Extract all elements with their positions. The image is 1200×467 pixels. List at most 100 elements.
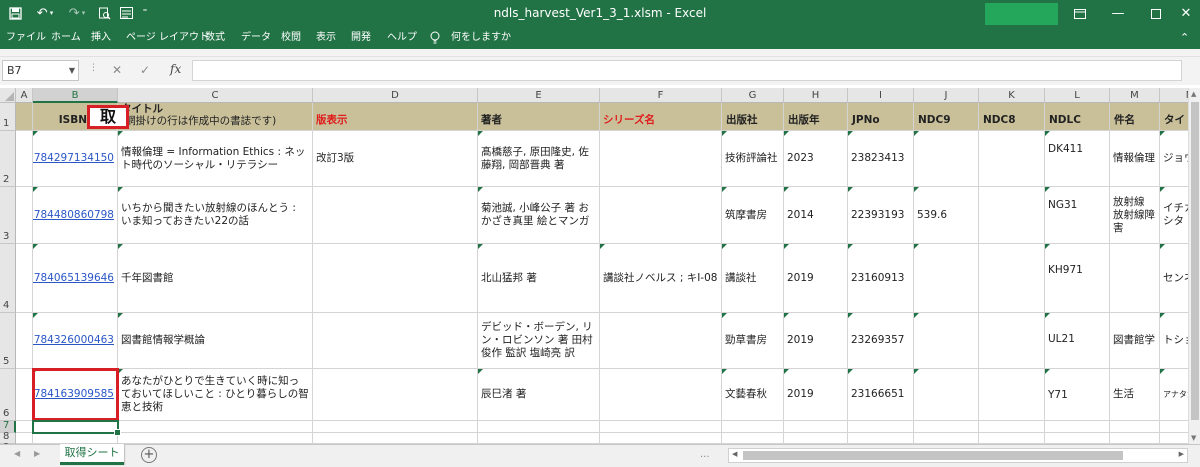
column-header-c[interactable]: C (118, 88, 313, 103)
cell-author[interactable]: デビッド・ボーデン, リン・ロビンソン 著 田村俊作 監訳 塩崎亮 訳 (478, 313, 600, 369)
cell-year[interactable]: 2014 (784, 187, 848, 244)
tab-view[interactable]: 表示 (316, 27, 336, 49)
cell[interactable] (1110, 433, 1160, 444)
cell[interactable] (1045, 433, 1110, 444)
cell[interactable] (979, 421, 1045, 433)
cell-series[interactable] (600, 313, 722, 369)
ribbon-display-icon[interactable] (1060, 0, 1100, 27)
name-box[interactable]: B7 ▼ (2, 60, 79, 81)
cell[interactable] (478, 421, 600, 433)
cell[interactable] (313, 421, 478, 433)
column-header-e[interactable]: E (478, 88, 600, 103)
cell-ndc9[interactable] (914, 244, 979, 313)
add-sheet-button[interactable]: + (141, 447, 157, 463)
isbn-link[interactable]: 9784326000463 (33, 313, 118, 369)
vertical-scrollbar[interactable]: ▲ ▼ (1188, 88, 1200, 444)
column-header-a[interactable]: A (16, 88, 33, 103)
cell-subject[interactable]: 情報倫理 (1110, 131, 1160, 187)
scroll-thumb[interactable] (743, 451, 1123, 460)
header-jpno[interactable]: JPNo (848, 103, 914, 131)
column-header-f[interactable]: F (600, 88, 722, 103)
column-header-b[interactable]: B (33, 88, 118, 103)
cell-publisher[interactable]: 文藝春秋 (722, 369, 784, 421)
scroll-up-icon[interactable]: ▲ (1191, 90, 1196, 98)
cell-ndlc[interactable]: UL21 (1045, 313, 1110, 369)
header-ndc8[interactable]: NDC8 (979, 103, 1045, 131)
cell[interactable] (600, 421, 722, 433)
tab-formulas[interactable]: 数式 (205, 27, 225, 49)
active-cell-selection[interactable] (32, 420, 121, 436)
insert-function-icon[interactable]: fx (170, 62, 181, 76)
isbn-link[interactable]: 9784480860798 (33, 187, 118, 244)
cell[interactable] (313, 433, 478, 444)
cell[interactable] (722, 421, 784, 433)
column-header-h[interactable]: H (784, 88, 848, 103)
scroll-thumb[interactable] (1191, 102, 1199, 420)
lightbulb-icon[interactable] (430, 27, 440, 49)
cell-ndc8[interactable] (979, 187, 1045, 244)
cell[interactable] (33, 433, 118, 444)
cell-year[interactable]: 2019 (784, 369, 848, 421)
header-ndc9[interactable]: NDC9 (914, 103, 979, 131)
cell-edition[interactable] (313, 244, 478, 313)
cell[interactable] (1160, 421, 1188, 433)
cell-author[interactable]: 菊池誠, 小峰公子 著 おかざき真里 絵とマンガ (478, 187, 600, 244)
maximize-icon[interactable] (1136, 0, 1176, 27)
close-icon[interactable]: ✕ (1172, 0, 1200, 27)
cell-subject[interactable]: 放射線 放射線障害 (1110, 187, 1160, 244)
row-header-6[interactable]: 6 (0, 369, 16, 421)
redo-icon[interactable]: ↷ ▾ (62, 4, 92, 22)
cell-ndc9[interactable] (914, 313, 979, 369)
next-sheet-icon[interactable]: ▶ (34, 449, 40, 458)
worksheet-grid[interactable]: ABCDEFGHIJKLMN12345678910ISBNタイトル(網掛けの行は… (0, 88, 1188, 444)
scroll-left-icon[interactable]: ◀ (732, 450, 737, 458)
isbn-link[interactable]: 9784297134150 (33, 131, 118, 187)
cell-title-yomi[interactable]: ジョウ (1160, 131, 1188, 187)
row-header-4[interactable]: 4 (0, 244, 16, 313)
cell[interactable] (16, 433, 33, 444)
cell-ndc9[interactable] (914, 369, 979, 421)
cell[interactable] (16, 244, 33, 313)
tab-review[interactable]: 校閲 (281, 27, 301, 49)
customize-icon[interactable]: ⁼ (138, 4, 152, 22)
cell[interactable] (16, 131, 33, 187)
cell-author[interactable]: 髙橋慈子, 原田隆史, 佐藤翔, 岡部晋典 著 (478, 131, 600, 187)
cell-title[interactable]: 千年図書館 (118, 244, 313, 313)
cell-series[interactable] (600, 187, 722, 244)
header-title[interactable]: タイトル (網掛けの行は作成中の書誌です) (118, 103, 313, 131)
cell-ndlc[interactable]: KH971 (1045, 244, 1110, 313)
tab-developer[interactable]: 開発 (351, 27, 371, 49)
cell-series[interactable]: 講談社ノベルス ; キI-08 (600, 244, 722, 313)
cell-ndlc[interactable]: DK411 (1045, 131, 1110, 187)
isbn-link[interactable]: 9784065139646 (33, 244, 118, 313)
prev-sheet-icon[interactable]: ◀ (14, 449, 20, 458)
cell-author[interactable]: 辰巳渚 著 (478, 369, 600, 421)
minimize-icon[interactable]: — (1098, 0, 1138, 27)
cell[interactable] (118, 421, 313, 433)
cell-jpno[interactable]: 23160913 (848, 244, 914, 313)
cell[interactable] (1160, 433, 1188, 444)
header-series[interactable]: シリーズ名 (600, 103, 722, 131)
tab-file[interactable]: ファイル (6, 27, 46, 49)
save-icon[interactable] (6, 4, 24, 22)
cell[interactable] (914, 421, 979, 433)
cell-year[interactable]: 2019 (784, 244, 848, 313)
cell-subject[interactable]: 図書館学 (1110, 313, 1160, 369)
cell[interactable] (16, 369, 33, 421)
tab-home[interactable]: ホーム (51, 27, 81, 49)
cell-title[interactable]: 図書館情報学概論 (118, 313, 313, 369)
cell[interactable] (16, 187, 33, 244)
cell-title-yomi[interactable]: トショ (1160, 313, 1188, 369)
cell-series[interactable] (600, 369, 722, 421)
scroll-right-icon[interactable]: ▶ (1179, 450, 1184, 458)
fetch-button[interactable]: 取 (87, 105, 129, 129)
cell-jpno[interactable]: 23166651 (848, 369, 914, 421)
cell-title[interactable]: 情報倫理 = Information Ethics : ネット時代のソーシャル・… (118, 131, 313, 187)
cell[interactable] (848, 421, 914, 433)
row-header-5[interactable]: 5 (0, 313, 16, 369)
row-header-2[interactable]: 2 (0, 131, 16, 187)
tab-data[interactable]: データ (241, 27, 271, 49)
cell[interactable] (784, 433, 848, 444)
form-icon[interactable] (117, 4, 135, 22)
cell[interactable] (979, 433, 1045, 444)
